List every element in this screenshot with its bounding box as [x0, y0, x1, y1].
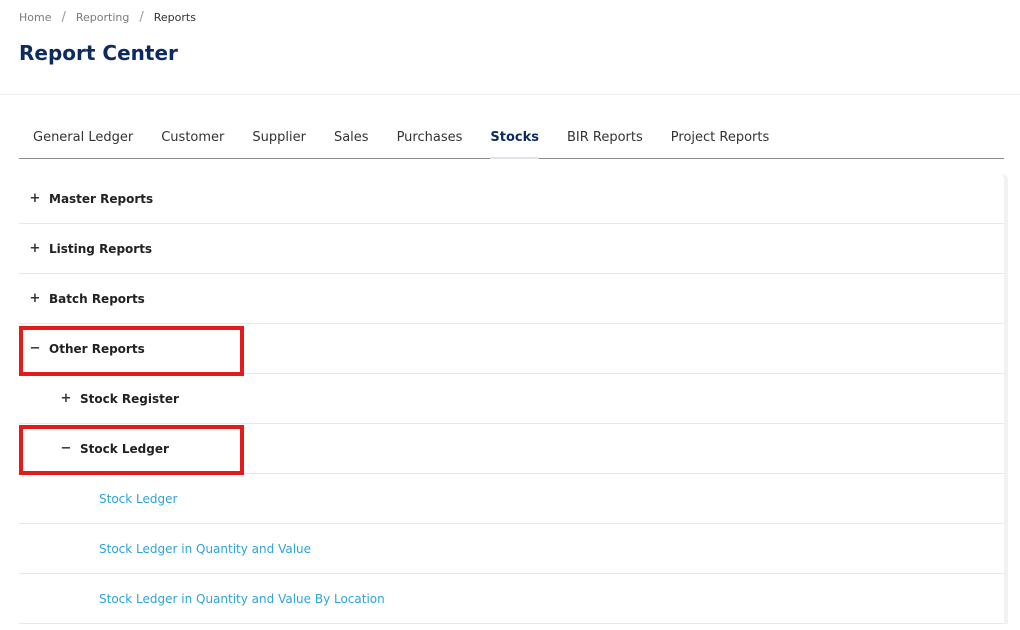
- tab-stocks[interactable]: Stocks: [476, 118, 553, 159]
- breadcrumb-home[interactable]: Home: [19, 11, 51, 24]
- tree-row-label: Stock Register: [80, 391, 179, 406]
- tab-project-reports[interactable]: Project Reports: [657, 118, 783, 158]
- tree-row-stock-ledger[interactable]: − Stock Ledger: [19, 424, 1004, 474]
- breadcrumb-separator: /: [139, 10, 144, 25]
- report-link-stock-ledger[interactable]: Stock Ledger: [99, 492, 177, 506]
- tree-row-listing-reports[interactable]: + Listing Reports: [19, 224, 1004, 274]
- tab-sales[interactable]: Sales: [320, 118, 383, 158]
- breadcrumb-separator: /: [61, 10, 66, 25]
- header-divider: [0, 94, 1020, 95]
- tab-bir-reports[interactable]: BIR Reports: [553, 118, 657, 158]
- tab-purchases[interactable]: Purchases: [383, 118, 477, 158]
- breadcrumb-reporting[interactable]: Reporting: [76, 11, 129, 24]
- tree-row-label: Listing Reports: [49, 241, 153, 256]
- expand-icon[interactable]: +: [29, 291, 41, 306]
- tree-row-other-reports[interactable]: − Other Reports: [19, 324, 1004, 374]
- report-link-row: Stock Ledger in Quantity and Value By Lo…: [19, 574, 1004, 624]
- tab-customer[interactable]: Customer: [147, 118, 238, 158]
- tree-row-batch-reports[interactable]: + Batch Reports: [19, 274, 1004, 324]
- report-tree: + Master Reports + Listing Reports + Bat…: [19, 174, 1008, 624]
- report-link-row: Stock Ledger: [19, 474, 1004, 524]
- tree-row-label: Stock Ledger: [80, 441, 169, 456]
- collapse-icon[interactable]: −: [29, 341, 41, 356]
- expand-icon[interactable]: +: [29, 241, 41, 256]
- report-tabs: General Ledger Customer Supplier Sales P…: [19, 118, 1004, 159]
- tree-row-label: Other Reports: [49, 341, 145, 356]
- report-link-stock-ledger-qty-value[interactable]: Stock Ledger in Quantity and Value: [99, 542, 311, 556]
- tree-row-stock-register[interactable]: + Stock Register: [19, 374, 1004, 424]
- tab-supplier[interactable]: Supplier: [238, 118, 320, 158]
- tab-general-ledger[interactable]: General Ledger: [19, 118, 147, 158]
- tree-row-master-reports[interactable]: + Master Reports: [19, 174, 1004, 224]
- tree-row-label: Master Reports: [49, 191, 154, 206]
- expand-icon[interactable]: +: [29, 191, 41, 206]
- expand-icon[interactable]: +: [60, 391, 72, 406]
- collapse-icon[interactable]: −: [60, 441, 72, 456]
- report-link-row: Stock Ledger in Quantity and Value: [19, 524, 1004, 574]
- breadcrumb: Home / Reporting / Reports: [19, 10, 196, 25]
- breadcrumb-current: Reports: [153, 11, 196, 24]
- page-title: Report Center: [19, 41, 178, 65]
- tree-row-label: Batch Reports: [49, 291, 145, 306]
- report-link-stock-ledger-qty-value-location[interactable]: Stock Ledger in Quantity and Value By Lo…: [99, 592, 385, 606]
